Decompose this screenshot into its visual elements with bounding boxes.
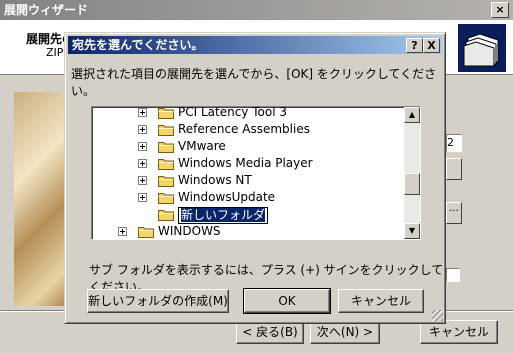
browse-folder-dialog: 宛先を選んでください。 ? X 選択された項目の展開先を選んでから、[OK] を… [64,32,446,324]
expand-plus-icon[interactable] [138,108,147,117]
tree-item[interactable]: PCI Latency Tool 3 [92,107,404,121]
tree-item[interactable]: VMware [92,138,404,155]
new-folder-button[interactable]: 新しいフォルダの作成(M) [87,289,229,313]
wizard-side-button[interactable] [446,158,462,180]
tree-scrollbar[interactable]: ▲ ▼ [404,107,420,239]
tree-item[interactable]: Windows Media Player [92,155,404,172]
tree-item[interactable]: WINDOWS [92,223,404,239]
folder-icon [158,108,174,119]
wizard-close-button[interactable]: × [491,2,509,18]
folders-logo-icon [458,24,506,72]
expand-plus-icon[interactable] [138,159,147,168]
resize-grip[interactable] [432,310,443,321]
expand-plus-icon[interactable] [138,176,147,185]
dialog-title-bar: 宛先を選んでください。 ? X [68,36,442,54]
folder-icon [158,125,174,136]
folder-tree-list: PCI Latency Tool 3 Reference Assemblies VM… [92,107,404,239]
tree-item-label: Windows NT [178,173,252,187]
dialog-close-button[interactable]: X [423,38,440,53]
wizard-header-subtitle: ZIP [46,46,64,59]
tree-item[interactable]: WindowsUpdate [92,189,404,206]
folder-icon [158,176,174,187]
expand-plus-icon[interactable] [118,227,127,236]
tree-item-label: WINDOWS [158,224,221,238]
new-folder-name-edit[interactable]: 新しいフォルダ [176,206,270,225]
wizard-side-image [14,92,70,306]
dialog-title: 宛先を選んでください。 [72,38,204,52]
folder-icon [138,227,154,238]
tree-item-label: WindowsUpdate [178,190,276,204]
ok-button[interactable]: OK [243,288,331,314]
wizard-title-bar: 展開ウィザード × [0,0,513,20]
dialog-cancel-button[interactable]: キャンセル [338,289,424,313]
tree-item[interactable]: Reference Assemblies [92,121,404,138]
tree-item[interactable]: Windows NT [92,172,404,189]
destination-path-field[interactable]: 2 [446,134,462,152]
folder-tree[interactable]: PCI Latency Tool 3 Reference Assemblies VM… [91,106,421,240]
tree-item-label: PCI Latency Tool 3 [178,107,287,119]
folder-icon [158,159,174,170]
browse-button[interactable]: ... [446,202,462,224]
expand-plus-icon[interactable] [138,193,147,202]
expand-plus-icon[interactable] [138,125,147,134]
scroll-down-button[interactable]: ▼ [404,223,420,239]
tree-item[interactable]: 新しいフォルダ [92,206,404,225]
scroll-up-button[interactable]: ▲ [404,107,420,123]
help-button[interactable]: ? [406,38,423,53]
folder-icon [158,142,174,153]
expand-plus-icon[interactable] [138,142,147,151]
folder-icon [158,210,174,221]
folder-icon [158,193,174,204]
wizard-title: 展開ウィザード [4,3,89,17]
tree-item-label: VMware [178,139,226,153]
wizard-option-checkbox[interactable] [446,268,460,282]
scroll-thumb[interactable] [404,173,420,195]
tree-item-label: Reference Assemblies [178,122,310,136]
dialog-instruction: 選択された項目の展開先を選んでから、[OK] をクリックしてください。 [71,67,437,98]
tree-item-label: Windows Media Player [178,156,313,170]
